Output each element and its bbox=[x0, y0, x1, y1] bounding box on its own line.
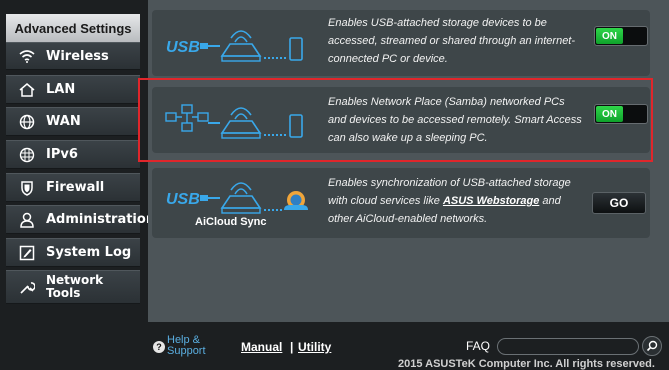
wifi-icon bbox=[19, 48, 35, 64]
sidebar-item-label: Administration bbox=[46, 212, 156, 227]
help-support-link[interactable]: Help & Support bbox=[167, 335, 211, 357]
edit-icon bbox=[19, 245, 35, 261]
sidebar-item-ipv6[interactable]: IPv6 bbox=[6, 140, 140, 169]
manual-link[interactable]: Manual bbox=[241, 340, 282, 354]
utility-link[interactable]: Utility bbox=[298, 340, 331, 354]
usb-router-device-icon: USB bbox=[166, 30, 303, 62]
help-icon[interactable]: ? bbox=[153, 341, 165, 353]
sidebar-item-label: Wireless bbox=[46, 48, 109, 64]
svg-text:USB: USB bbox=[166, 191, 200, 208]
desc-line: Enables USB-attached storage devices to … bbox=[328, 17, 547, 29]
person-icon bbox=[19, 212, 35, 228]
globe-grid-icon bbox=[19, 147, 35, 163]
sidebar-item-label: LAN bbox=[46, 82, 76, 97]
sidebar-item-firewall[interactable]: Firewall bbox=[6, 173, 140, 202]
faq-label: FAQ bbox=[466, 339, 491, 353]
faq-search-input[interactable] bbox=[497, 338, 639, 355]
desc-line: with cloud services like bbox=[328, 195, 443, 207]
usb-application-toggle[interactable]: ON bbox=[594, 26, 648, 46]
sidebar-item-administration[interactable]: Administration bbox=[6, 205, 155, 234]
sidebar-item-label: Network Tools bbox=[46, 274, 103, 300]
desc-line: Enables synchronization of USB-attached … bbox=[328, 177, 571, 189]
go-button[interactable]: GO bbox=[592, 192, 646, 214]
sidebar-item-system-log[interactable]: System Log bbox=[6, 238, 140, 267]
sidebar-item-lan[interactable]: LAN bbox=[6, 75, 140, 104]
sidebar-item-wan[interactable]: WAN bbox=[6, 107, 140, 136]
sidebar-item-label: Firewall bbox=[46, 180, 105, 195]
sidebar-item-label: System Log bbox=[46, 245, 132, 260]
desc-line: other AiCloud-enabled networks. bbox=[328, 213, 488, 225]
sidebar-item-label: WAN bbox=[46, 114, 81, 129]
desc-line: and bbox=[539, 195, 561, 207]
highlight-box bbox=[138, 78, 653, 162]
network-label: Network bbox=[46, 273, 104, 287]
home-icon bbox=[19, 82, 35, 98]
shield-icon bbox=[19, 180, 35, 196]
advanced-settings-header: Advanced Settings bbox=[6, 14, 140, 42]
usb-application-description: Enables USB-attached storage devices to … bbox=[328, 14, 588, 68]
asus-webstorage-link[interactable]: ASUS Webstorage bbox=[443, 195, 539, 207]
footer-separator: | bbox=[290, 340, 294, 354]
desc-line: connected PC or device. bbox=[328, 53, 448, 65]
sidebar-item-network-tools[interactable]: Network Tools bbox=[6, 270, 140, 304]
toggle-on-label: ON bbox=[596, 28, 623, 44]
sidebar-item-label: IPv6 bbox=[46, 147, 78, 162]
search-icon[interactable] bbox=[642, 336, 662, 356]
tools-label: Tools bbox=[46, 286, 81, 300]
globe-icon bbox=[19, 114, 35, 130]
svg-text:USB: USB bbox=[166, 39, 200, 56]
tools-icon bbox=[19, 279, 35, 295]
aicloud-sync-label: AiCloud Sync bbox=[195, 216, 267, 228]
copyright-text: 2015 ASUSTeK Computer Inc. All rights re… bbox=[398, 358, 655, 370]
desc-line: accessed, streamed or shared through an … bbox=[328, 35, 576, 47]
sidebar-item-wireless[interactable]: Wireless bbox=[6, 42, 140, 70]
usb-application-card: USB Enables USB-attached storage devices… bbox=[152, 10, 650, 76]
aicloud-sync-description: Enables synchronization of USB-attached … bbox=[328, 174, 588, 228]
support-label: Support bbox=[167, 345, 206, 357]
